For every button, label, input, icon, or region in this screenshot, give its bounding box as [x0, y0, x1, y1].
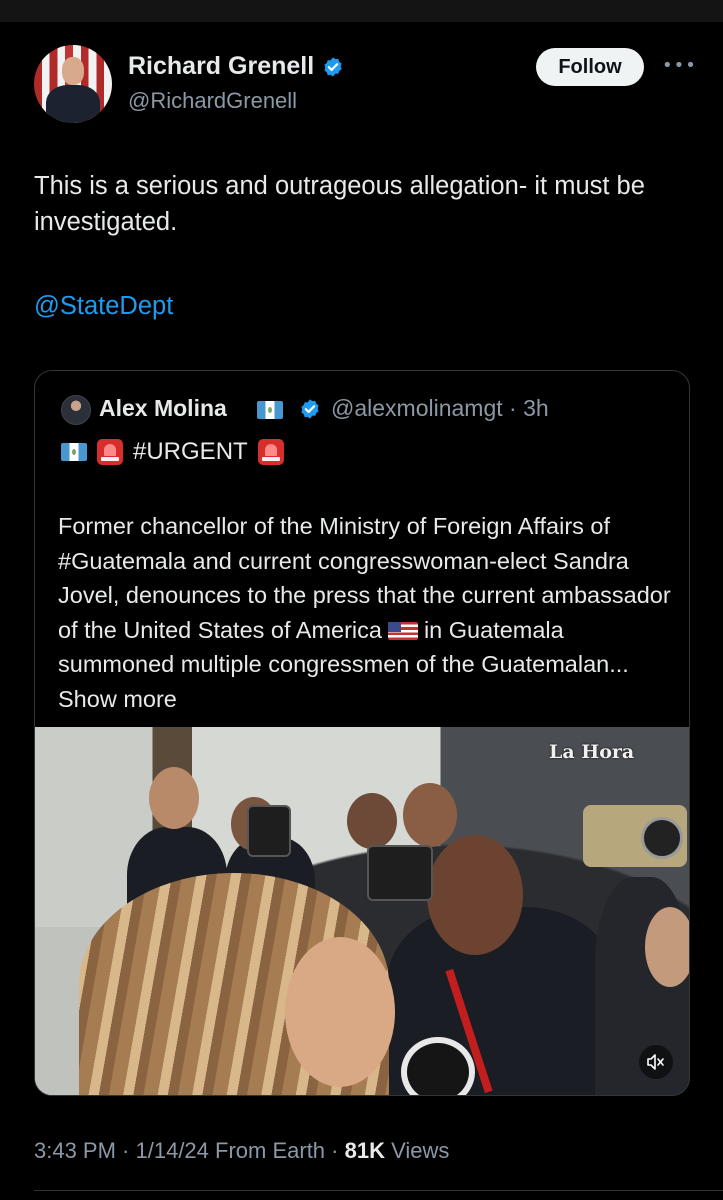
status-bar — [0, 0, 723, 22]
more-horizontal-icon[interactable]: ••• — [662, 56, 696, 76]
speaker-muted-glyph — [647, 1054, 664, 1070]
tweet-source: From Earth — [208, 1138, 326, 1163]
woman-face — [285, 937, 395, 1087]
author-name-row[interactable]: Richard Grenell — [128, 52, 344, 81]
quoted-tweet[interactable]: Alex Molina @alexmolinamgt · 3h #URGENT … — [34, 370, 690, 1096]
verified-badge-icon — [324, 56, 342, 77]
follow-button[interactable]: Follow — [536, 48, 644, 86]
author-name[interactable]: Richard Grenell — [128, 52, 314, 81]
avatar-body — [46, 85, 100, 123]
guatemala-flag-icon — [257, 401, 283, 419]
quoted-time: · 3h — [502, 395, 549, 421]
quoted-body: Former chancellor of the Ministry of For… — [58, 509, 678, 716]
usa-flag-icon — [387, 621, 418, 640]
quoted-author-name[interactable]: Alex Molina — [99, 395, 227, 422]
video-player[interactable]: La Hora — [35, 727, 689, 1095]
mention-link[interactable]: @StateDept — [34, 292, 173, 321]
verified-badge-icon — [301, 399, 319, 419]
tweet-time[interactable]: 3:43 PM — [34, 1138, 116, 1163]
phone — [583, 805, 687, 867]
tweet-date[interactable]: 1/14/24 — [136, 1138, 209, 1163]
tweet-text: This is a serious and outrageous allegat… — [34, 172, 645, 236]
police-light-icon — [97, 439, 123, 465]
quoted-author-meta: @alexmolinamgt · 3h — [331, 395, 549, 422]
person-face — [403, 783, 457, 847]
divider — [34, 1190, 723, 1191]
show-more-link[interactable]: Show more — [58, 686, 177, 712]
phone — [247, 805, 291, 857]
author-avatar[interactable] — [34, 45, 112, 123]
quoted-author-avatar[interactable] — [61, 395, 91, 425]
video-watermark: La Hora — [549, 741, 635, 763]
views-count[interactable]: 81K — [345, 1138, 385, 1163]
views-label: Views — [384, 1138, 450, 1163]
person-face — [427, 835, 523, 955]
quoted-body-text-1: Former chancellor of the Ministry of For… — [58, 513, 671, 643]
author-handle[interactable]: @RichardGrenell — [128, 88, 297, 114]
meta-separator: · — [115, 1138, 136, 1163]
guatemala-flag-icon — [61, 443, 87, 461]
phone — [367, 845, 433, 901]
avatar-head — [62, 57, 84, 85]
person-face — [347, 793, 397, 849]
urgent-hashtag: #URGENT — [133, 438, 248, 465]
tweet-meta: 3:43 PM · 1/14/24 From Earth · 81K Views — [34, 1138, 449, 1164]
urgent-line: #URGENT — [61, 438, 284, 466]
quoted-author-handle[interactable]: @alexmolinamgt — [331, 395, 503, 421]
volume-muted-icon[interactable] — [639, 1045, 673, 1079]
meta-separator: · — [325, 1138, 345, 1163]
person-face — [149, 767, 199, 829]
person-face — [645, 907, 689, 987]
police-light-icon — [257, 439, 284, 465]
